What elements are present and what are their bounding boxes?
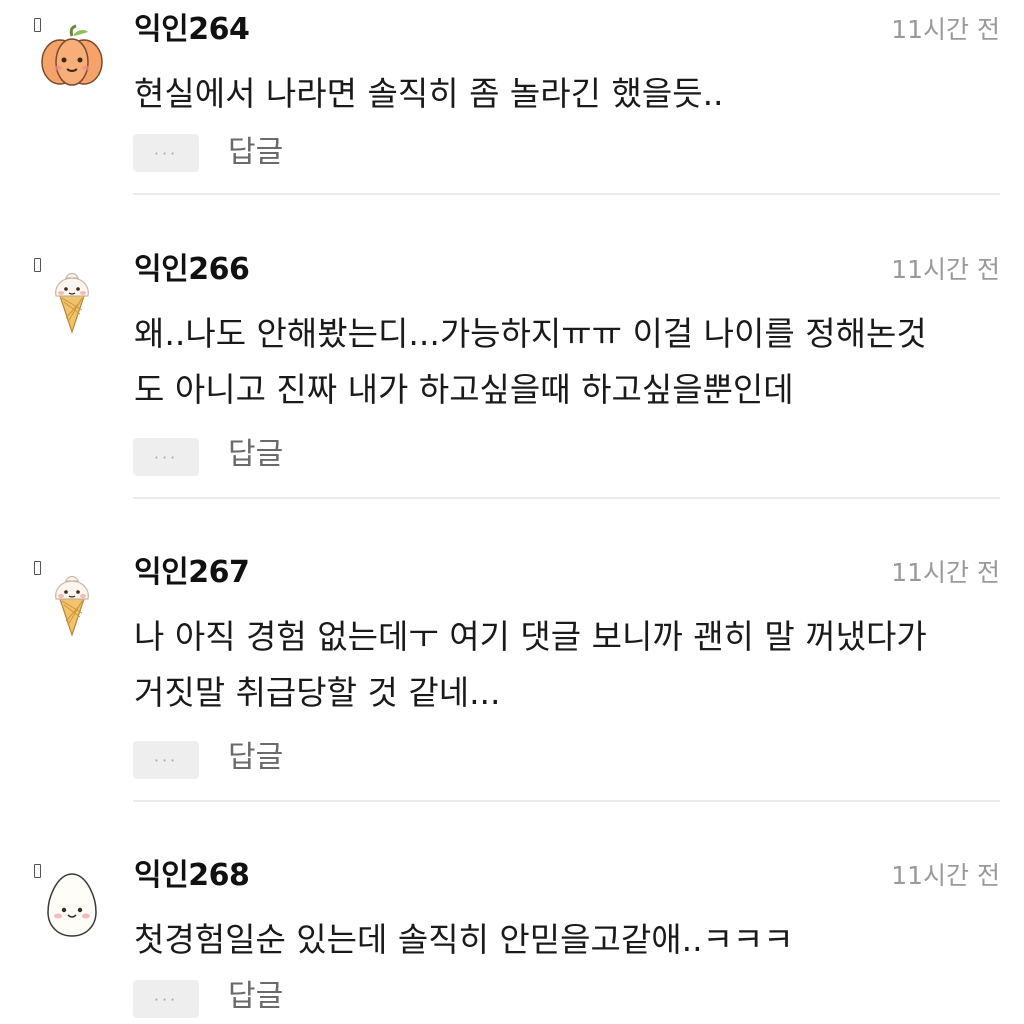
comment-author[interactable]: 익인266 <box>134 250 250 290</box>
comment-text: 첫경험일순 있는데 솔직히 안믿을고같애..ㅋㅋㅋ <box>134 912 1004 968</box>
comment-text: 나 아직 경험 없는데ㅜ 여기 댓글 보니까 괜히 말 꺼냈다가 거짓말 취급당… <box>134 609 1004 721</box>
ice-cream-icon <box>36 565 108 637</box>
reply-button[interactable]: 답글 <box>228 436 283 474</box>
comment-text-line: 첫경험일순 있는데 솔직히 안믿을고같애..ㅋㅋㅋ <box>134 920 794 959</box>
reply-button[interactable]: 답글 <box>228 739 283 777</box>
reply-button[interactable]: 답글 <box>228 978 283 1016</box>
egg-icon <box>36 868 108 940</box>
more-options-button[interactable]: ··· <box>133 134 199 172</box>
comment-author[interactable]: 익인267 <box>134 553 250 593</box>
reply-button[interactable]: 답글 <box>228 134 283 172</box>
comment-text-line: 거짓말 취급당할 것 같네... <box>134 673 501 712</box>
comment-text-line: 나 아직 경험 없는데ㅜ 여기 댓글 보니까 괜히 말 꺼냈다가 <box>134 617 927 656</box>
comment-author[interactable]: 익인268 <box>134 856 250 896</box>
comment-timestamp: 11시간 전 <box>891 15 1000 44</box>
comment-text-line: 도 아니고 진짜 내가 하고싶을때 하고싶을뿐인데 <box>134 370 794 409</box>
ice-cream-icon <box>36 262 108 334</box>
comment-text: 왜..나도 안해봤는디...가능하지ㅠㅠ 이걸 나이를 정해논것 도 아니고 진… <box>134 306 1004 418</box>
divider <box>133 193 1000 195</box>
comment-timestamp: 11시간 전 <box>891 255 1000 284</box>
divider <box>133 800 1000 802</box>
comment-item: 익인264 11시간 전 현실에서 나라면 솔직히 좀 놀라긴 했을듯.. ··… <box>0 6 1024 196</box>
more-options-button[interactable]: ··· <box>133 741 199 779</box>
comment-item: 익인268 11시간 전 첫경험일순 있는데 솔직히 안믿을고같애..ㅋㅋㅋ ·… <box>0 852 1024 1024</box>
comment-timestamp: 11시간 전 <box>891 558 1000 587</box>
comment-timestamp: 11시간 전 <box>891 861 1000 890</box>
divider <box>133 497 1000 499</box>
comment-item: 익인267 11시간 전 나 아직 경험 없는데ㅜ 여기 댓글 보니까 괜히 말… <box>0 549 1024 805</box>
comment-item: 익인266 11시간 전 왜..나도 안해봤는디...가능하지ㅠㅠ 이걸 나이를… <box>0 246 1024 502</box>
more-options-button[interactable]: ··· <box>133 980 199 1018</box>
comment-author[interactable]: 익인264 <box>134 10 250 50</box>
more-options-button[interactable]: ··· <box>133 438 199 476</box>
comment-text: 현실에서 나라면 솔직히 좀 놀라긴 했을듯.. <box>134 66 1004 122</box>
comment-text-line: 왜..나도 안해봤는디...가능하지ㅠㅠ 이걸 나이를 정해논것 <box>134 314 927 353</box>
comment-text-line: 현실에서 나라면 솔직히 좀 놀라긴 했을듯.. <box>134 74 724 113</box>
pumpkin-icon <box>36 22 108 94</box>
